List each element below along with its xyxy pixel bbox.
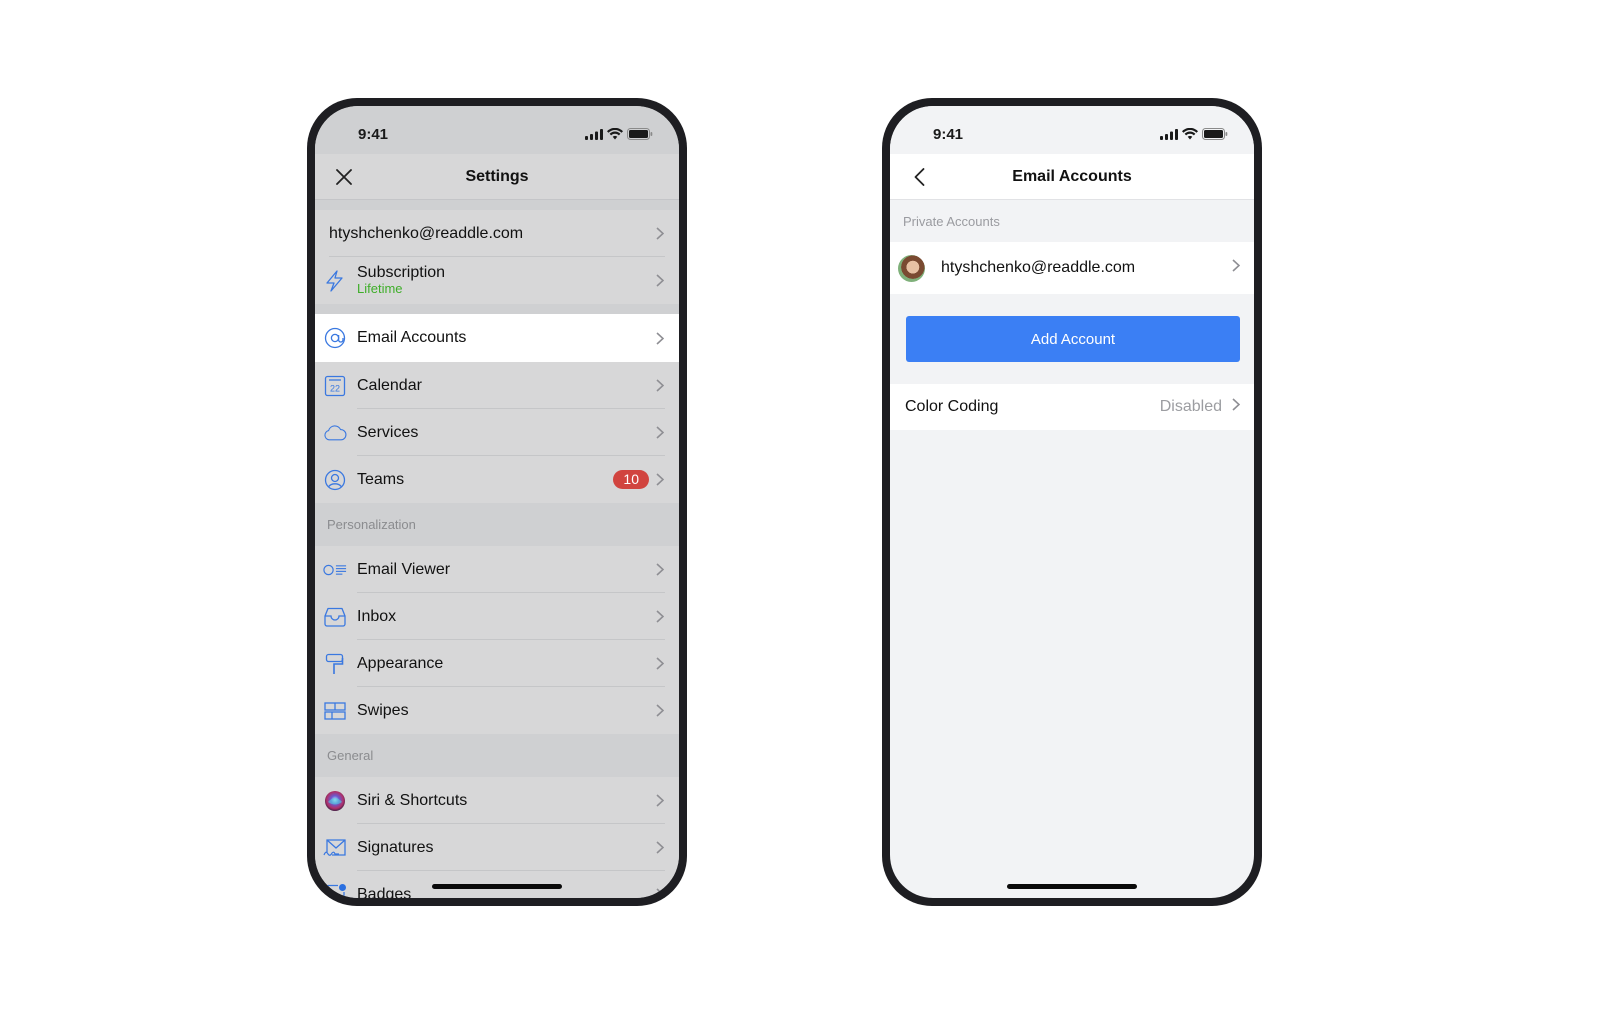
subscription-status: Lifetime xyxy=(357,281,403,297)
close-button[interactable] xyxy=(333,166,355,188)
email-accounts-navbar: Email Accounts xyxy=(890,154,1254,200)
inbox-tray-icon xyxy=(323,605,347,629)
chevron-right-icon xyxy=(655,331,665,345)
swipes-grid-icon xyxy=(323,699,347,723)
email-accounts-label: Email Accounts xyxy=(357,329,467,346)
home-indicator[interactable] xyxy=(1007,884,1137,889)
signal-icon xyxy=(1160,128,1178,140)
signatures-label: Signatures xyxy=(357,838,434,856)
home-indicator[interactable] xyxy=(432,884,562,889)
teams-count-badge: 10 xyxy=(613,470,649,489)
chevron-right-icon xyxy=(655,563,665,577)
status-time: 9:41 xyxy=(933,126,964,143)
settings-item-services[interactable]: Services xyxy=(315,409,679,456)
color-coding-label: Color Coding xyxy=(905,398,999,415)
at-icon xyxy=(323,326,347,350)
calendar-icon: 22 xyxy=(323,374,347,398)
email-accounts-screen: 9:41 Email Accounts Private Accounts hty… xyxy=(890,106,1254,898)
chevron-right-icon xyxy=(655,610,665,624)
color-coding-row[interactable]: Color Coding Disabled xyxy=(890,384,1254,430)
chevron-right-icon xyxy=(655,888,665,898)
signature-icon xyxy=(323,836,347,860)
settings-item-inbox[interactable]: Inbox xyxy=(315,593,679,640)
back-button[interactable] xyxy=(908,166,930,188)
cloud-icon xyxy=(323,421,347,445)
close-icon xyxy=(336,169,352,185)
settings-screen: 9:41 Settings htyshchenko@readdle.com Su… xyxy=(315,106,679,898)
lightning-icon xyxy=(323,269,347,293)
status-bar: 9:41 xyxy=(890,106,1254,154)
account-email: htyshchenko@readdle.com xyxy=(941,259,1136,276)
phone-email-accounts: 9:41 Email Accounts Private Accounts hty… xyxy=(882,98,1262,906)
section-header-personalization: Personalization xyxy=(315,503,679,546)
settings-item-siri-shortcuts[interactable]: Siri & Shortcuts xyxy=(315,777,679,824)
section-header-private-accounts: Private Accounts xyxy=(903,213,1000,229)
status-bar: 9:41 xyxy=(315,106,679,154)
battery-icon xyxy=(627,128,653,140)
chevron-right-icon xyxy=(655,794,665,808)
chevron-right-icon xyxy=(655,473,665,487)
settings-item-calendar[interactable]: 22 Calendar xyxy=(315,362,679,409)
phone-settings: 9:41 Settings htyshchenko@readdle.com Su… xyxy=(307,98,687,906)
chevron-right-icon xyxy=(655,274,665,288)
chevron-right-icon xyxy=(1232,398,1241,416)
services-label: Services xyxy=(357,423,419,441)
page-title: Email Accounts xyxy=(1012,167,1132,185)
siri-icon xyxy=(323,789,347,813)
siri-shortcuts-label: Siri & Shortcuts xyxy=(357,791,468,809)
paint-roller-icon xyxy=(323,652,347,676)
swipes-label: Swipes xyxy=(357,701,409,719)
badge-dot-icon xyxy=(323,883,347,898)
teams-label: Teams xyxy=(357,470,405,488)
add-account-button[interactable]: Add Account xyxy=(906,316,1240,362)
chevron-right-icon xyxy=(655,704,665,718)
chevron-right-icon xyxy=(655,841,665,855)
settings-item-teams[interactable]: Teams 10 xyxy=(315,456,679,503)
chevron-right-icon xyxy=(655,426,665,440)
wifi-icon xyxy=(1182,128,1198,140)
svg-text:22: 22 xyxy=(330,383,340,393)
settings-item-swipes[interactable]: Swipes xyxy=(315,687,679,734)
settings-item-subscription[interactable]: Subscription Lifetime xyxy=(315,257,679,304)
chevron-right-icon xyxy=(655,227,665,241)
wifi-icon xyxy=(607,128,623,140)
section-header-general: General xyxy=(315,734,679,777)
account-list-item[interactable]: htyshchenko@readdle.com xyxy=(890,242,1254,294)
appearance-label: Appearance xyxy=(357,654,444,672)
chevron-right-icon xyxy=(655,657,665,671)
settings-item-email-accounts[interactable]: Email Accounts xyxy=(315,314,679,362)
inbox-label: Inbox xyxy=(357,607,397,625)
settings-item-email-viewer[interactable]: Email Viewer xyxy=(315,546,679,593)
avatar xyxy=(898,254,925,282)
settings-item-account[interactable]: htyshchenko@readdle.com xyxy=(315,210,679,257)
calendar-label: Calendar xyxy=(357,376,422,394)
subscription-label: Subscription xyxy=(357,264,446,282)
person-icon xyxy=(323,468,347,492)
account-email-label: htyshchenko@readdle.com xyxy=(329,224,524,242)
chevron-right-icon xyxy=(1232,259,1241,277)
status-time: 9:41 xyxy=(358,126,389,143)
page-title: Settings xyxy=(465,167,529,185)
settings-item-appearance[interactable]: Appearance xyxy=(315,640,679,687)
settings-item-signatures[interactable]: Signatures xyxy=(315,824,679,871)
email-viewer-icon xyxy=(323,558,347,582)
chevron-right-icon xyxy=(655,379,665,393)
battery-icon xyxy=(1202,128,1228,140)
status-icons xyxy=(1160,128,1228,140)
signal-icon xyxy=(585,128,603,140)
settings-navbar: Settings xyxy=(315,154,679,200)
back-chevron-icon xyxy=(914,168,924,186)
status-icons xyxy=(585,128,653,140)
color-coding-value: Disabled xyxy=(1159,398,1222,415)
email-viewer-label: Email Viewer xyxy=(357,560,451,578)
